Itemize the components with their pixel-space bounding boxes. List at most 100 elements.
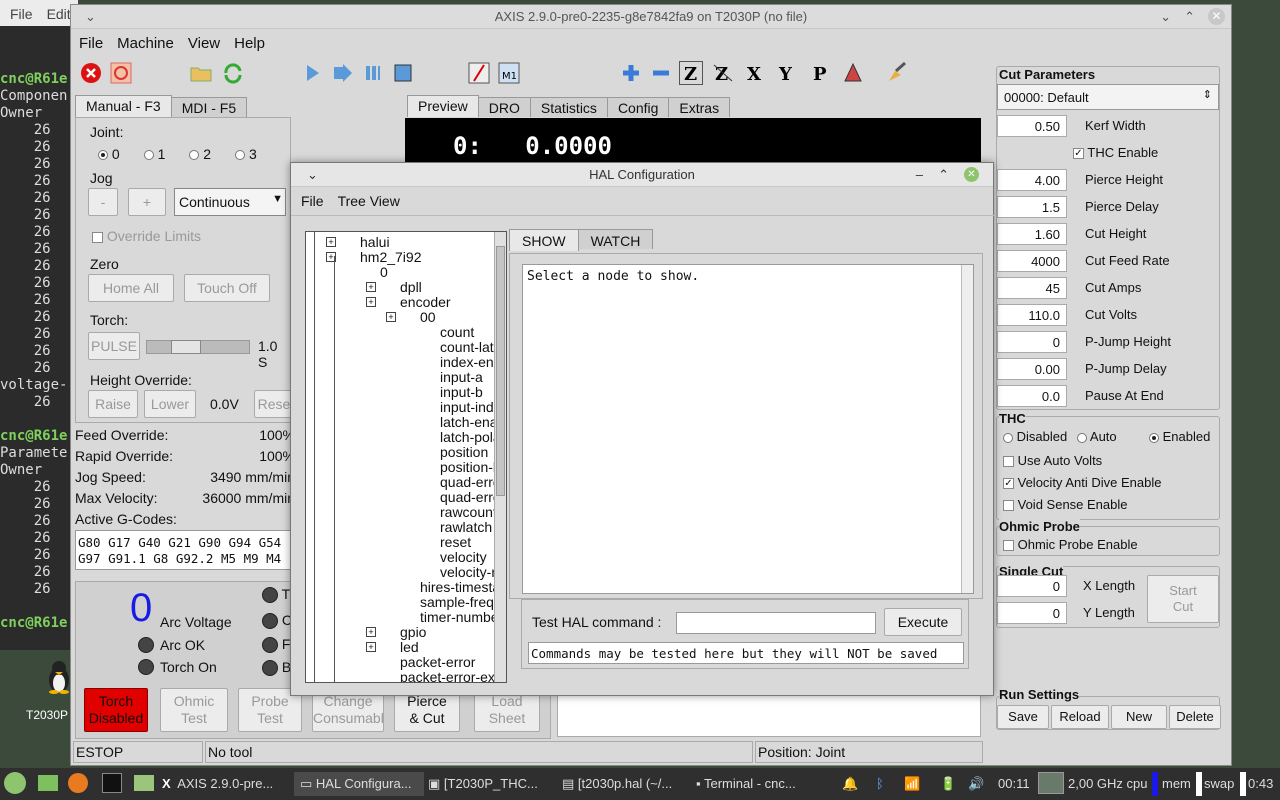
tree-node[interactable]: position (440, 444, 488, 460)
estop-icon[interactable] (79, 61, 103, 85)
tree-node[interactable]: encoder (400, 294, 451, 310)
task-axis[interactable]: X AXIS 2.9.0-pre... (162, 772, 292, 796)
hal-menu-file[interactable]: File (301, 193, 324, 209)
joint-radio-0[interactable]: 0 (98, 146, 120, 162)
tree-expander-icon[interactable]: + (366, 282, 376, 292)
reset-button[interactable]: Rese (254, 390, 294, 418)
delete-button[interactable]: Delete (1169, 705, 1221, 729)
thc-enable-check[interactable]: ✓ THC Enable (1073, 145, 1158, 160)
tree-scrollbar[interactable] (494, 232, 506, 682)
tree-node[interactable]: gpio (400, 624, 426, 640)
jog-mode-select[interactable]: Continuous ▼ (174, 188, 286, 216)
tab-dro[interactable]: DRO (477, 97, 531, 117)
wifi-icon[interactable]: 📶 (904, 772, 928, 796)
torch-slider[interactable] (146, 340, 250, 354)
bluetooth-icon[interactable]: ᛒ (876, 772, 894, 796)
open-folder-icon[interactable] (189, 61, 213, 85)
raise-button[interactable]: Raise (88, 390, 138, 418)
thc-mode-auto[interactable]: Auto (1077, 429, 1117, 444)
start-cut-button[interactable]: Start Cut (1147, 575, 1219, 623)
firefox-icon[interactable] (68, 773, 88, 793)
override-limits-check[interactable]: Override Limits (92, 228, 201, 244)
ohmic-test-button[interactable]: Ohmic Test (160, 688, 228, 732)
close-icon[interactable]: ✕ (1208, 8, 1225, 25)
hal-menu-tree-view[interactable]: Tree View (338, 193, 400, 209)
tab-config[interactable]: Config (606, 97, 670, 117)
tree-node[interactable]: hm2_7i92 (360, 249, 422, 265)
clear-plot-icon[interactable] (885, 61, 909, 85)
rotate-view-icon[interactable] (841, 61, 865, 85)
tree-expander-icon[interactable]: + (366, 627, 376, 637)
view-z2-icon[interactable]: Z (711, 61, 735, 85)
menu-file[interactable]: File (79, 35, 103, 52)
y-length-input[interactable]: 0 (997, 602, 1067, 624)
touch-off-button[interactable]: Touch Off (184, 274, 270, 302)
hal-maximize-icon[interactable]: ⌃ (938, 163, 949, 187)
menu-view[interactable]: View (188, 35, 220, 52)
preview-area[interactable]: 0: 0.0000 (405, 118, 981, 168)
thc-mode-disabled[interactable]: Disabled (1003, 429, 1067, 444)
tree-expander-icon[interactable]: + (366, 297, 376, 307)
terminal-menu-edit[interactable]: Edit (47, 6, 71, 26)
torch-disabled-button[interactable]: Torch Disabled (84, 688, 148, 732)
tab-manual[interactable]: Manual - F3 (75, 95, 172, 117)
step-icon[interactable] (331, 61, 355, 85)
reload-icon[interactable] (221, 61, 245, 85)
start-menu-icon[interactable] (4, 772, 26, 794)
window-menu-icon[interactable]: ⌄ (85, 5, 96, 29)
tree-node[interactable]: timer-number (420, 609, 503, 625)
battery-icon[interactable]: 🔋 (940, 772, 958, 796)
show-text-area[interactable]: Select a node to show. (522, 264, 974, 594)
command-input[interactable] (676, 612, 876, 634)
new-button[interactable]: New (1111, 705, 1167, 729)
files-launcher-icon[interactable] (134, 775, 154, 791)
execute-button[interactable]: Execute (884, 608, 962, 636)
block-delete-icon[interactable] (467, 61, 491, 85)
terminal-menu-file[interactable]: File (10, 6, 33, 26)
run-icon[interactable] (301, 61, 325, 85)
show-scrollbar[interactable] (961, 265, 973, 593)
view-p-icon[interactable]: P (809, 61, 833, 85)
tree-node[interactable]: reset (440, 534, 471, 550)
tree-node[interactable]: input-a (440, 369, 483, 385)
hal-minimize-icon[interactable]: – (916, 163, 923, 187)
tab-statistics[interactable]: Statistics (529, 97, 608, 117)
x-length-input[interactable]: 0 (997, 575, 1067, 597)
lower-button[interactable]: Lower (144, 390, 196, 418)
tree-node[interactable]: led (400, 639, 419, 655)
menu-help[interactable]: Help (234, 35, 265, 52)
view-x-icon[interactable]: X (743, 61, 767, 85)
tab-mdi[interactable]: MDI - F5 (170, 97, 248, 117)
pause-icon[interactable] (361, 61, 385, 85)
show-desktop-icon[interactable] (38, 775, 58, 791)
view-z-icon[interactable]: Z (679, 61, 703, 85)
zoom-in-icon[interactable] (619, 61, 643, 85)
ohmic-enable-check[interactable]: Ohmic Probe Enable (1003, 537, 1138, 552)
home-all-button[interactable]: Home All (88, 274, 174, 302)
tree-node[interactable]: 00 (420, 309, 436, 325)
minimize-icon[interactable]: ⌄ (1160, 5, 1171, 29)
joint-radio-3[interactable]: 3 (235, 146, 257, 162)
tree-expander-icon[interactable]: + (326, 237, 336, 247)
task-terminal[interactable]: ▪ Terminal - cnc... (696, 772, 826, 796)
cut-param-input[interactable]: 4000 (997, 250, 1067, 272)
cut-param-input[interactable]: 0.50 (997, 115, 1067, 137)
tab-watch[interactable]: WATCH (577, 229, 654, 249)
task-thc[interactable]: ▣ [T2030P_THC... (428, 772, 558, 796)
thc-mode-enabled[interactable]: Enabled (1149, 429, 1210, 444)
cut-param-input[interactable]: 0.0 (997, 385, 1067, 407)
volume-icon[interactable]: 🔊 (968, 772, 988, 796)
zoom-out-icon[interactable] (649, 61, 673, 85)
jog-plus-button[interactable]: + (128, 188, 166, 216)
machine-power-icon[interactable] (109, 61, 133, 85)
tree-node[interactable]: velocity (440, 549, 487, 565)
tree-expander-icon[interactable]: + (366, 642, 376, 652)
cut-param-input[interactable]: 0.00 (997, 358, 1067, 380)
terminal-launcher-icon[interactable] (102, 773, 122, 793)
material-select[interactable]: 00000: Default ⇕ (997, 84, 1219, 110)
cut-param-input[interactable]: 110.0 (997, 304, 1067, 326)
hal-tree[interactable]: + halui + hm2_7i92 0 + dpll + encoder +00 count cou… (305, 231, 507, 683)
tree-node[interactable]: dpll (400, 279, 422, 295)
tree-expander-icon[interactable]: + (386, 312, 396, 322)
save-button[interactable]: Save (997, 705, 1049, 729)
